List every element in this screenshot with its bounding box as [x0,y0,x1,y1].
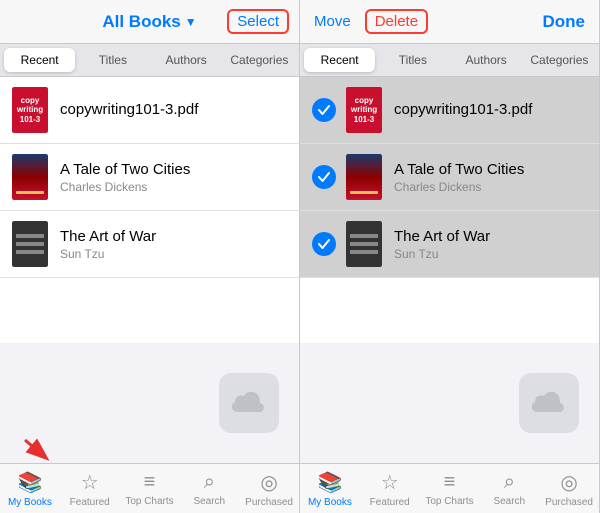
book-author-cities-right: Charles Dickens [394,180,587,194]
checkmark-pdf-right [312,98,336,122]
right-tabs: Recent Titles Authors Categories [300,44,599,77]
left-bottom-area: 📚 My Books ☆ Featured ≡ Top Charts ⌕ Sea… [0,463,299,513]
top-charts-icon-left: ≡ [144,471,156,494]
featured-icon-right: ☆ [381,470,399,495]
book-title-pdf-left: copywriting101-3.pdf [60,101,287,118]
tab-bar-my-books-right[interactable]: 📚 My Books [300,470,360,508]
tab-bar-purchased-left[interactable]: ◎ Purchased [239,470,299,508]
tab-categories-left[interactable]: Categories [224,48,295,72]
my-books-label-left: My Books [8,497,52,508]
book-cover-pdf-left: copywriting101-3 [12,87,48,133]
right-bottom-area: 📚 My Books ☆ Featured ≡ Top Charts ⌕ Sea… [300,463,599,513]
left-tab-bar: 📚 My Books ☆ Featured ≡ Top Charts ⌕ Sea… [0,463,299,513]
featured-icon-left: ☆ [81,470,99,495]
book-info-pdf-left: copywriting101-3.pdf [60,101,287,120]
left-header-title[interactable]: All Books ▼ [102,12,196,32]
top-charts-label-left: Top Charts [125,496,173,507]
my-books-label-right: My Books [308,497,352,508]
book-author-war-left: Sun Tzu [60,247,287,261]
tab-bar-featured-right[interactable]: ☆ Featured [360,470,420,508]
book-cover-cities-right [346,154,382,200]
search-label-left: Search [193,496,225,507]
left-header: All Books ▼ Select [0,0,299,44]
dropdown-chevron-icon: ▼ [185,15,197,29]
check-icon-war [317,237,331,251]
book-item-pdf-right[interactable]: copywriting101-3 copywriting101-3.pdf [300,77,599,144]
right-placeholder-area [300,343,599,463]
tab-titles-right[interactable]: Titles [377,48,448,72]
purchased-icon-right: ◎ [560,470,577,495]
book-cover-pdf-right: copywriting101-3 [346,87,382,133]
my-books-icon-right: 📚 [317,470,342,495]
tab-titles-left[interactable]: Titles [77,48,148,72]
my-books-icon-left: 📚 [17,470,42,495]
tab-bar-search-right[interactable]: ⌕ Search [479,471,539,507]
tab-bar-search-left[interactable]: ⌕ Search [179,471,239,507]
cloud-svg-right [531,385,567,421]
book-title-pdf-right: copywriting101-3.pdf [394,101,587,118]
book-cover-cities-left [12,154,48,200]
purchased-icon-left: ◎ [260,470,277,495]
check-icon-pdf [317,103,331,117]
book-author-war-right: Sun Tzu [394,247,587,261]
select-button[interactable]: Select [227,9,289,34]
icloud-icon-left [219,373,279,433]
book-title-cities-right: A Tale of Two Cities [394,161,587,178]
book-info-cities-left: A Tale of Two Cities Charles Dickens [60,161,287,194]
move-button[interactable]: Move [310,9,355,34]
book-cover-war-right [346,221,382,267]
top-charts-icon-right: ≡ [444,471,456,494]
right-header: Move Delete Done [300,0,599,44]
book-title-war-right: The Art of War [394,228,587,245]
tab-bar-purchased-right[interactable]: ◎ Purchased [539,470,599,508]
book-author-cities-left: Charles Dickens [60,180,287,194]
right-header-left-actions: Move Delete [310,9,428,34]
red-arrow-icon [10,435,70,463]
book-title-war-left: The Art of War [60,228,287,245]
featured-label-right: Featured [370,497,410,508]
left-tabs: Recent Titles Authors Categories [0,44,299,77]
check-icon-cities [317,170,331,184]
book-info-pdf-right: copywriting101-3.pdf [394,101,587,120]
top-charts-label-right: Top Charts [425,496,473,507]
search-icon-right: ⌕ [504,471,515,494]
book-info-war-left: The Art of War Sun Tzu [60,228,287,261]
tab-bar-top-charts-left[interactable]: ≡ Top Charts [120,471,180,507]
book-item-cities-left[interactable]: A Tale of Two Cities Charles Dickens [0,144,299,211]
book-item-cities-right[interactable]: A Tale of Two Cities Charles Dickens [300,144,599,211]
tab-bar-featured-left[interactable]: ☆ Featured [60,470,120,508]
book-item-war-left[interactable]: The Art of War Sun Tzu [0,211,299,278]
search-label-right: Search [493,496,525,507]
checkmark-war-right [312,232,336,256]
book-info-cities-right: A Tale of Two Cities Charles Dickens [394,161,587,194]
left-book-list: copywriting101-3 copywriting101-3.pdf A … [0,77,299,343]
icloud-icon-right [519,373,579,433]
right-tab-bar: 📚 My Books ☆ Featured ≡ Top Charts ⌕ Sea… [300,463,599,513]
tab-bar-top-charts-right[interactable]: ≡ Top Charts [420,471,480,507]
tab-categories-right[interactable]: Categories [524,48,595,72]
book-item-pdf-left[interactable]: copywriting101-3 copywriting101-3.pdf [0,77,299,144]
right-panel: Move Delete Done Recent Titles Authors C… [300,0,600,513]
featured-label-left: Featured [70,497,110,508]
delete-button[interactable]: Delete [365,9,428,34]
tab-bar-my-books-left[interactable]: 📚 My Books [0,470,60,508]
purchased-label-left: Purchased [245,497,293,508]
book-item-war-right[interactable]: The Art of War Sun Tzu [300,211,599,278]
book-cover-war-left [12,221,48,267]
tab-recent-right[interactable]: Recent [304,48,375,72]
purchased-label-right: Purchased [545,497,593,508]
tab-authors-right[interactable]: Authors [451,48,522,72]
book-info-war-right: The Art of War Sun Tzu [394,228,587,261]
right-book-list: copywriting101-3 copywriting101-3.pdf A … [300,77,599,343]
checkmark-cities-right [312,165,336,189]
all-books-label: All Books [102,12,180,32]
done-button[interactable]: Done [539,8,590,36]
cloud-svg-left [231,385,267,421]
book-title-cities-left: A Tale of Two Cities [60,161,287,178]
tab-recent-left[interactable]: Recent [4,48,75,72]
search-icon-left: ⌕ [204,471,215,494]
tab-authors-left[interactable]: Authors [151,48,222,72]
left-panel: All Books ▼ Select Recent Titles Authors… [0,0,300,513]
